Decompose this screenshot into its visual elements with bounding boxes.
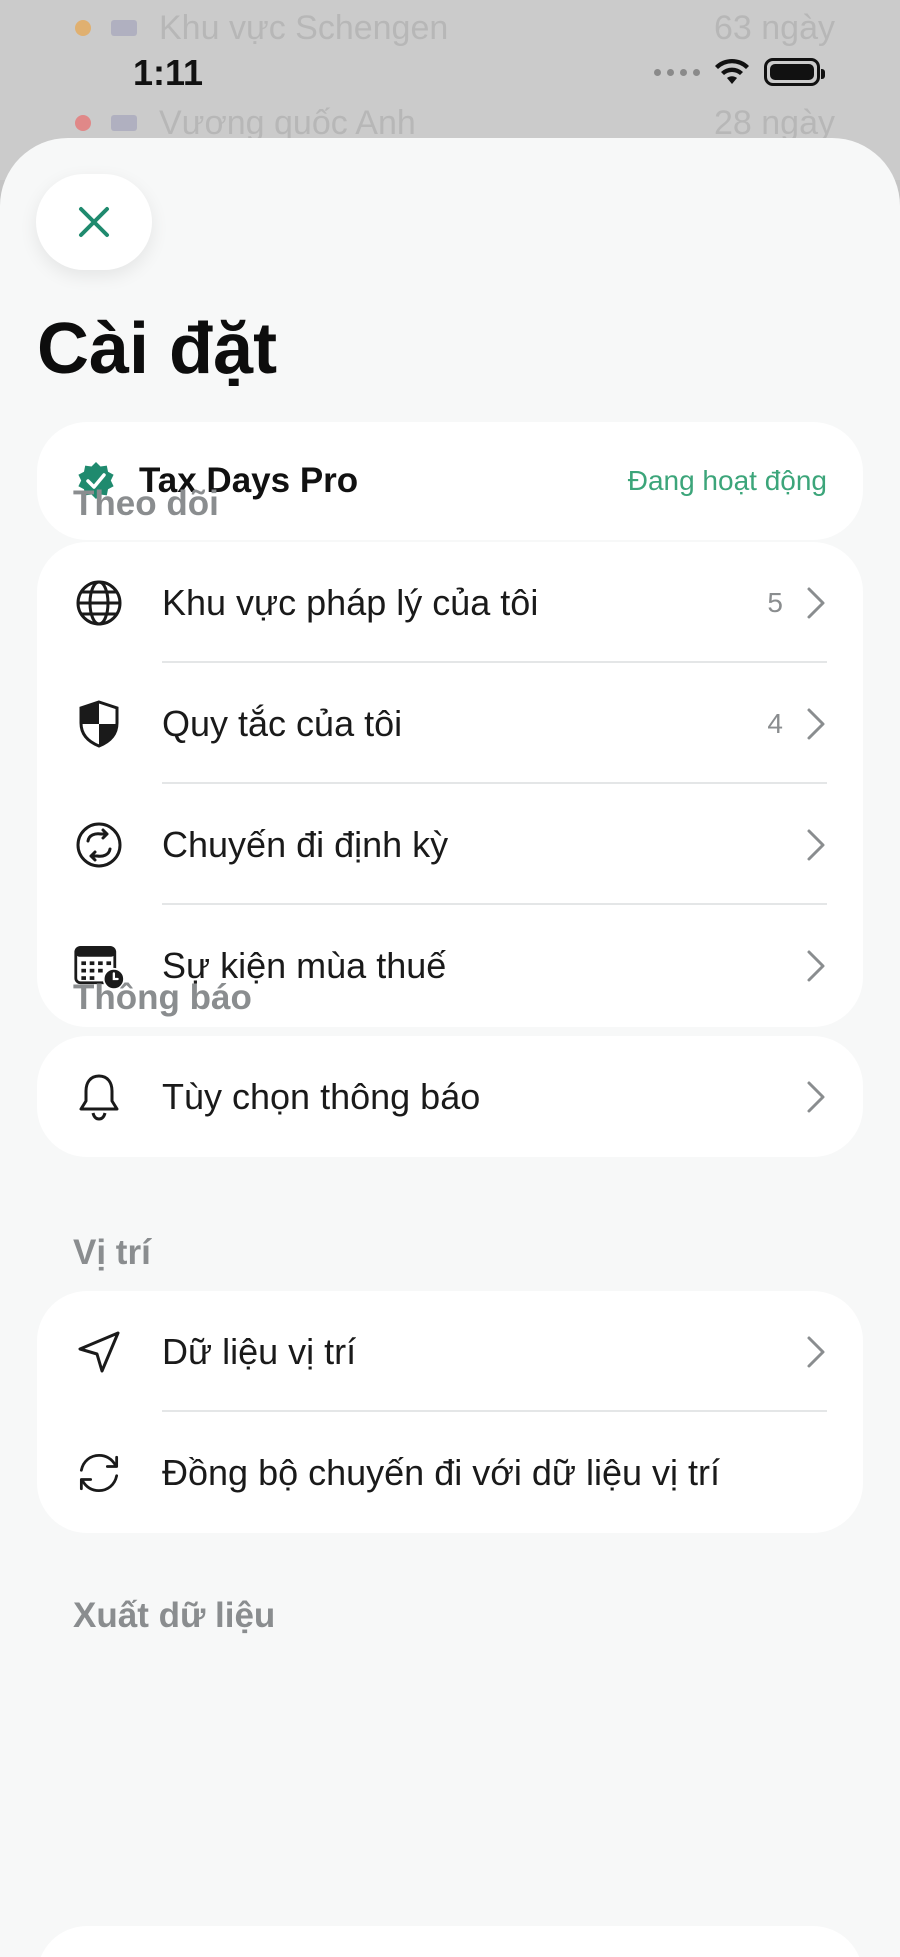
flag-icon [111,115,137,131]
chevron-right-icon [807,1081,825,1112]
section-label-location: Vị trí [73,1233,151,1272]
notifications-card: Tùy chọn thông báo [37,1036,863,1157]
chevron-right-icon [807,829,825,860]
row-count: 5 [767,586,783,618]
row-count: 4 [767,707,783,739]
status-dot [75,20,91,36]
row-label: Quy tắc của tôi [162,702,403,744]
globe-icon [73,577,125,629]
page-title: Cài đặt [37,309,278,389]
row-label: Khu vực pháp lý của tôi [162,581,539,623]
row-rules[interactable]: Quy tắc của tôi 4 [37,663,863,784]
repeat-icon [73,819,125,871]
row-notification-options[interactable]: Tùy chọn thông báo [37,1036,863,1157]
row-jurisdictions[interactable]: Khu vực pháp lý của tôi 5 [37,542,863,663]
signal-icon [654,68,700,76]
settings-sheet: Cài đặt Tax Days Pro Đang hoạt động Theo… [0,138,900,1957]
pro-status: Đang hoạt động [627,465,827,496]
close-button[interactable] [36,174,152,270]
wifi-icon [715,58,749,84]
close-icon [79,207,109,237]
location-card: Dữ liệu vị trí Đồng bộ chuyến đi với dữ … [37,1291,863,1533]
status-dot [75,115,91,131]
row-label: Tùy chọn thông báo [162,1075,481,1117]
section-label-export: Xuất dữ liệu [73,1596,276,1635]
row-location-data[interactable]: Dữ liệu vị trí [37,1291,863,1412]
tracking-card: Khu vực pháp lý của tôi 5 Quy tắc của tô… [37,542,863,1027]
location-arrow-icon [73,1326,125,1378]
flag-icon [111,20,137,36]
chevron-right-icon [807,708,825,739]
row-label: Đồng bộ chuyến đi với dữ liệu vị trí [162,1451,720,1493]
row-label: Dữ liệu vị trí [162,1330,357,1372]
status-bar: 1:11 [0,40,900,110]
status-time: 1:11 [133,52,204,93]
battery-icon [764,58,825,86]
section-label-notifications: Thông báo [73,978,252,1017]
row-recurring-trips[interactable]: Chuyến đi định kỳ [37,784,863,905]
chevron-right-icon [807,1336,825,1367]
export-card [37,1926,863,1957]
status-icons [654,58,825,86]
chevron-right-icon [807,950,825,981]
row-sync-trips[interactable]: Đồng bộ chuyến đi với dữ liệu vị trí [37,1412,863,1533]
bell-icon [73,1071,125,1123]
shield-icon [73,698,125,750]
chevron-right-icon [807,587,825,618]
section-label-tracking: Theo dõi [73,484,219,523]
sync-icon [73,1447,125,1499]
row-label: Chuyến đi định kỳ [162,823,449,865]
